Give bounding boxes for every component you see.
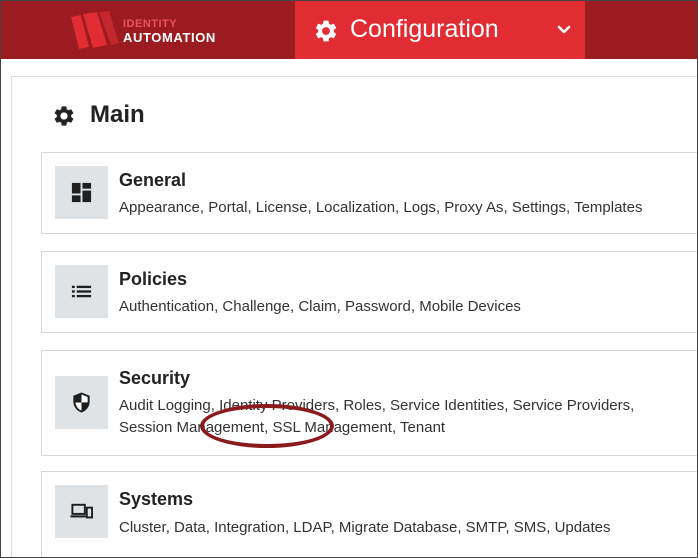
dashboard-icon bbox=[71, 182, 92, 203]
gear-icon bbox=[315, 20, 337, 42]
chevron-down-icon[interactable] bbox=[557, 25, 571, 35]
card-systems[interactable]: Systems Cluster, Data, Integration, LDAP… bbox=[41, 471, 697, 557]
card-policies[interactable]: Policies Authentication, Challenge, Clai… bbox=[41, 251, 697, 333]
card-link-data[interactable]: Data bbox=[174, 519, 206, 536]
card-link-templates[interactable]: Templates bbox=[574, 199, 642, 216]
logo-line-1: IDENTITY bbox=[123, 18, 178, 30]
card-icon-box bbox=[55, 265, 108, 318]
card-link-license[interactable]: License bbox=[256, 199, 308, 216]
card-link-smtp[interactable]: SMTP bbox=[466, 519, 506, 536]
card-link-cluster[interactable]: Cluster bbox=[119, 519, 166, 536]
logo-mark-icon bbox=[71, 11, 119, 49]
card-link-audit-logging[interactable]: Audit Logging bbox=[119, 397, 211, 414]
card-link-appearance[interactable]: Appearance bbox=[119, 199, 200, 216]
card-link-claim[interactable]: Claim bbox=[298, 298, 336, 315]
logo[interactable]: IDENTITY AUTOMATION bbox=[69, 11, 239, 51]
list-icon bbox=[71, 285, 92, 298]
card-link-localization[interactable]: Localization bbox=[316, 199, 395, 216]
card-link-roles[interactable]: Roles bbox=[343, 397, 381, 414]
card-link-authentication[interactable]: Authentication bbox=[119, 298, 214, 315]
card-link-ssl-management[interactable]: SSL Management bbox=[272, 419, 392, 436]
card-links: Cluster, Data, Integration, LDAP, Migrat… bbox=[119, 519, 611, 536]
page-title-text: Main bbox=[90, 101, 145, 128]
card-link-settings[interactable]: Settings bbox=[512, 199, 566, 216]
card-links: Authentication, Challenge, Claim, Passwo… bbox=[119, 298, 521, 315]
card-link-proxy-as[interactable]: Proxy As bbox=[444, 199, 503, 216]
logo-line-2: AUTOMATION bbox=[123, 30, 216, 45]
card-links: Appearance, Portal, License, Localizatio… bbox=[119, 199, 643, 216]
card-link-service-identities[interactable]: Service Identities bbox=[390, 397, 504, 414]
card-security[interactable]: Security Audit Logging, Identity Provide… bbox=[41, 350, 697, 456]
top-bar: IDENTITY AUTOMATION Configuration bbox=[1, 1, 697, 59]
card-link-logs[interactable]: Logs bbox=[403, 199, 436, 216]
card-icon-box bbox=[55, 485, 108, 538]
card-link-identity-providers[interactable]: Identity Providers bbox=[219, 397, 335, 414]
card-link-updates[interactable]: Updates bbox=[555, 519, 611, 536]
card-link-portal[interactable]: Portal bbox=[208, 199, 247, 216]
card-general[interactable]: General Appearance, Portal, License, Loc… bbox=[41, 152, 697, 234]
card-link-integration[interactable]: Integration bbox=[214, 519, 285, 536]
shield-icon bbox=[73, 392, 90, 413]
card-link-tenant[interactable]: Tenant bbox=[400, 419, 445, 436]
configuration-label: Configuration bbox=[350, 15, 499, 43]
card-link-challenge[interactable]: Challenge bbox=[222, 298, 290, 315]
configuration-dropdown[interactable]: Configuration bbox=[295, 1, 585, 59]
card-link-mobile-devices[interactable]: Mobile Devices bbox=[419, 298, 521, 315]
card-title: General bbox=[119, 170, 187, 190]
card-link-session-management[interactable]: Session Management bbox=[119, 419, 264, 436]
app-window: IDENTITY AUTOMATION Configuration Main G… bbox=[0, 0, 698, 558]
gear-icon bbox=[54, 106, 74, 126]
card-links: Audit Logging, Identity Providers, Roles… bbox=[119, 397, 635, 436]
card-link-service-providers[interactable]: Service Providers bbox=[513, 397, 631, 414]
card-link-migrate-database[interactable]: Migrate Database bbox=[339, 519, 457, 536]
card-title: Systems bbox=[119, 489, 194, 509]
card-link-sms[interactable]: SMS bbox=[514, 519, 547, 536]
logo-text: IDENTITY AUTOMATION bbox=[123, 18, 216, 45]
card-icon-box bbox=[55, 166, 108, 219]
card-link-ldap[interactable]: LDAP bbox=[293, 519, 330, 536]
card-link-password[interactable]: Password bbox=[345, 298, 411, 315]
devices-icon bbox=[70, 503, 93, 519]
card-title: Policies bbox=[119, 269, 188, 289]
card-title: Security bbox=[119, 368, 191, 388]
card-icon-box bbox=[55, 376, 108, 429]
